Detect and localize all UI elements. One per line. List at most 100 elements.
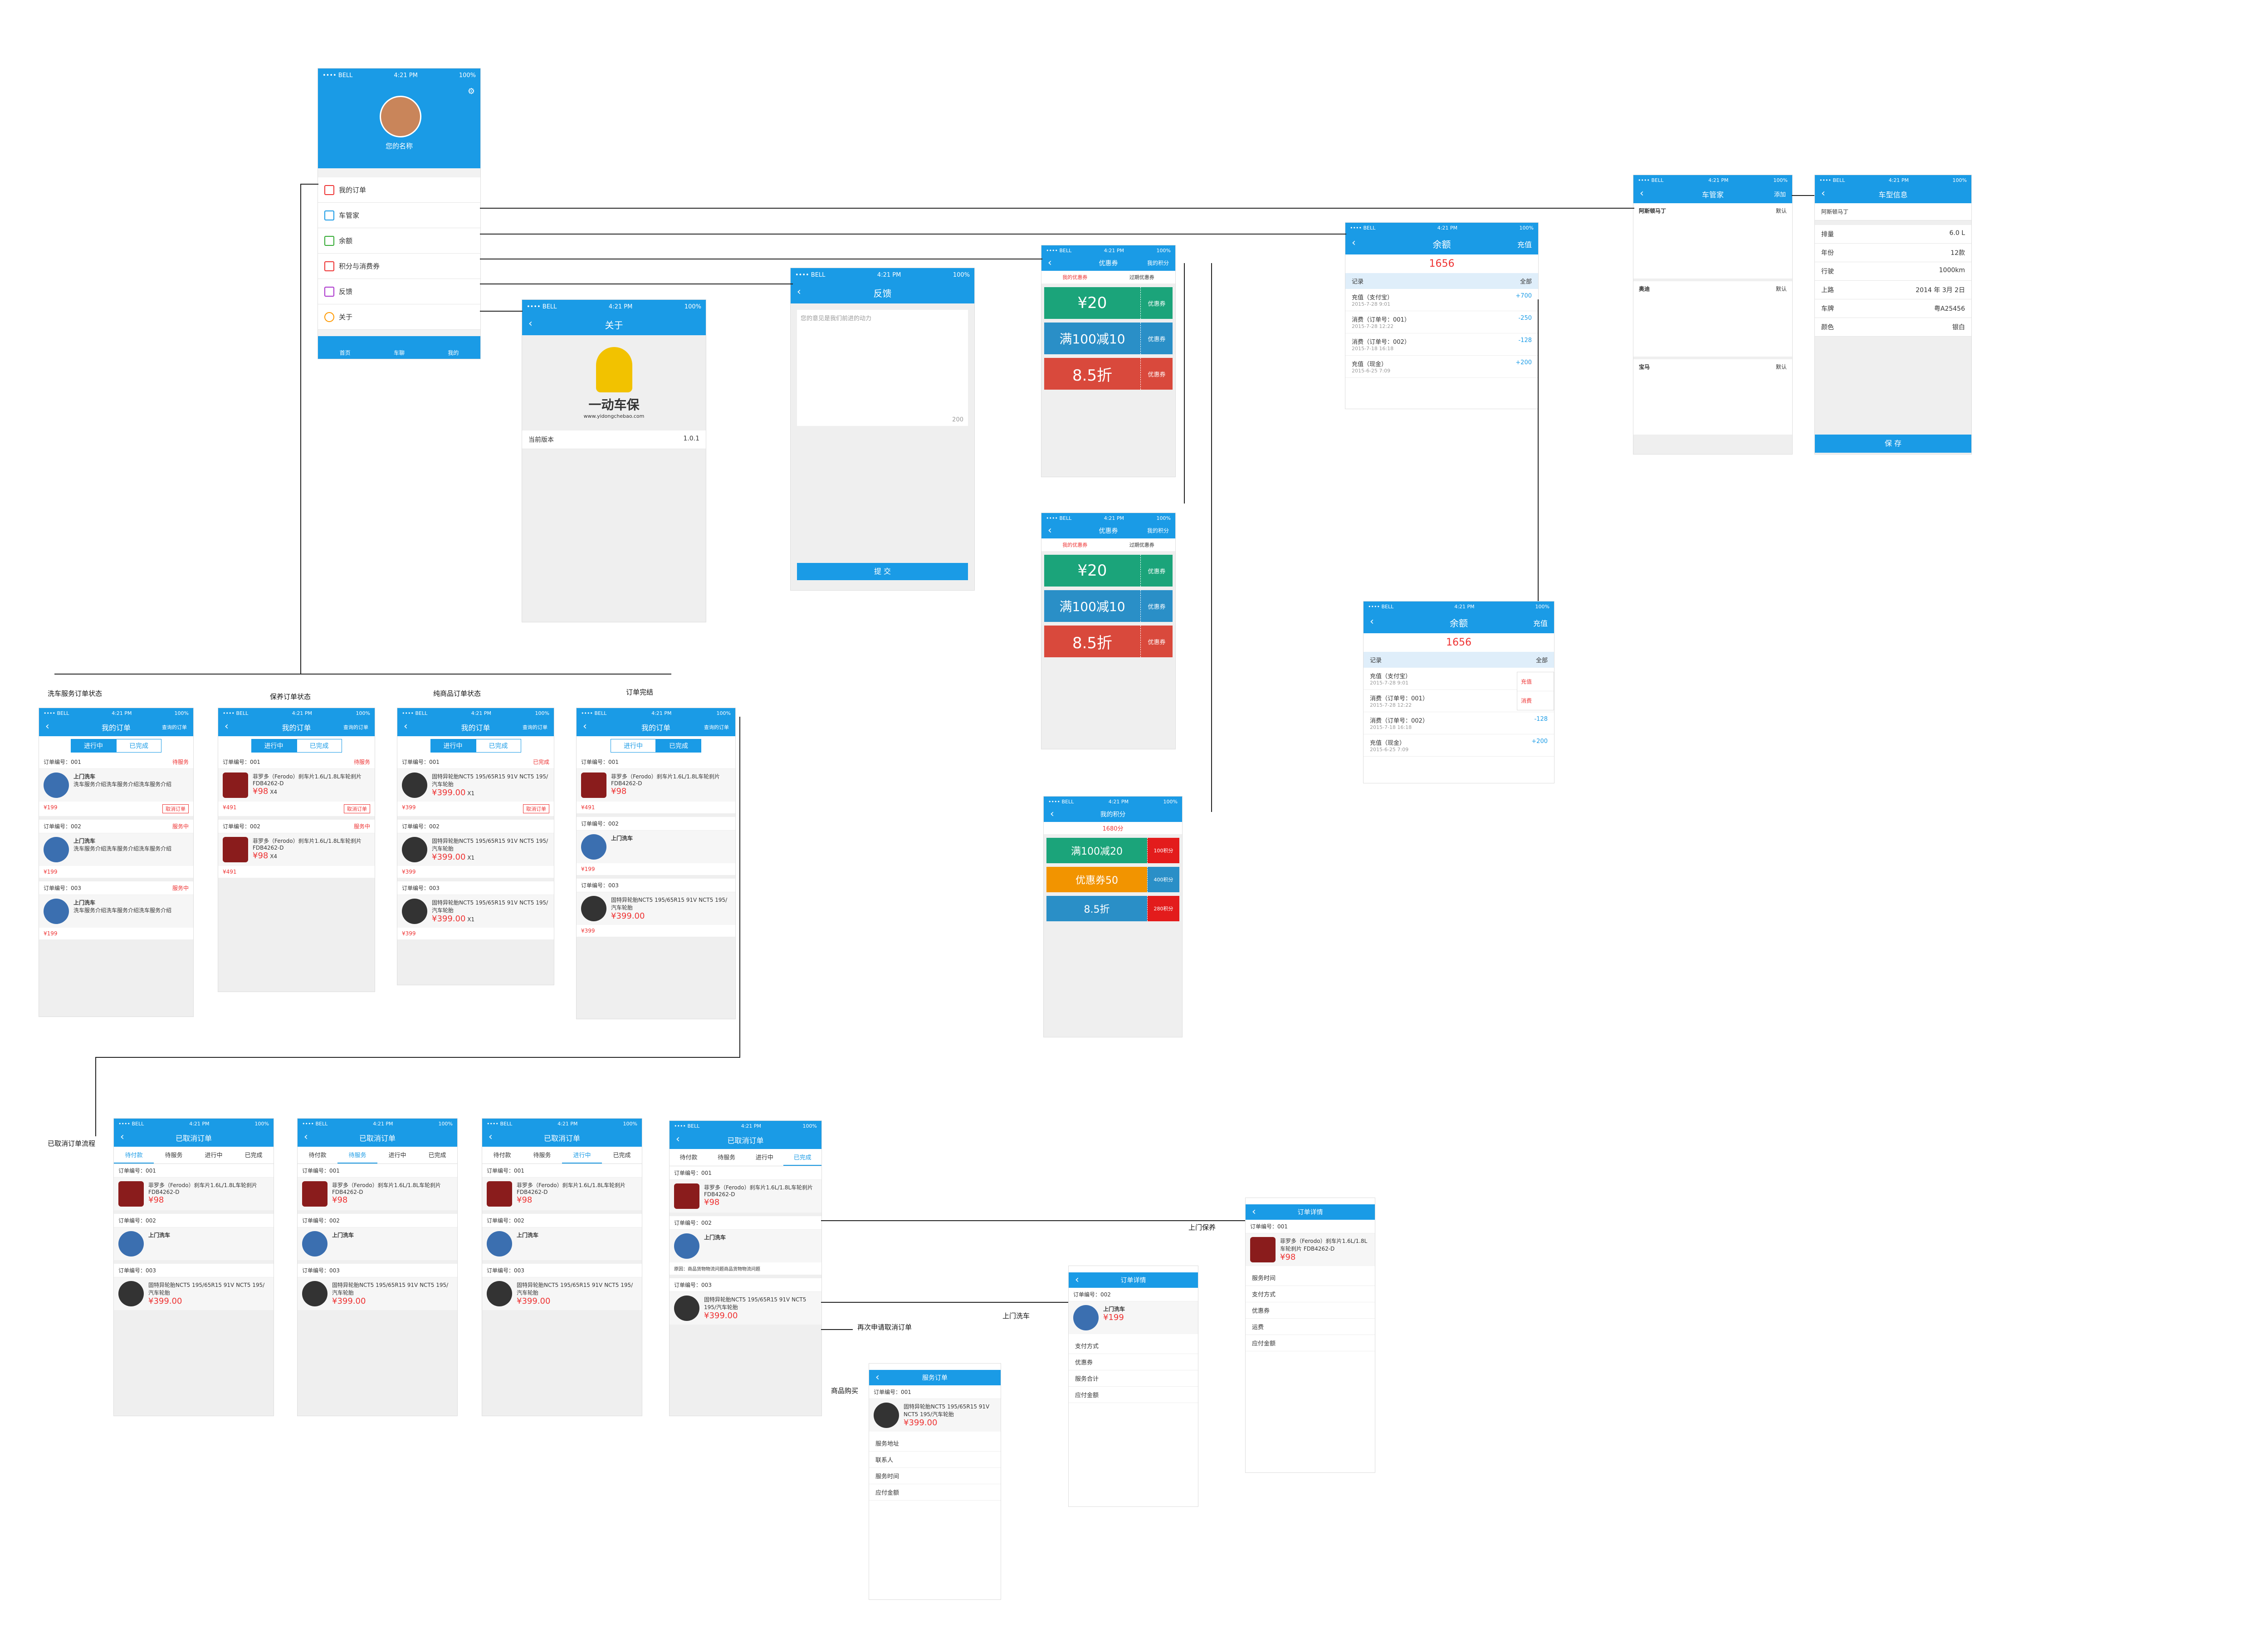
- user-name: 您的名称: [385, 142, 413, 150]
- coupon-item[interactable]: 8.5折 优惠券: [1044, 626, 1173, 657]
- tab-mine[interactable]: 我的: [426, 336, 480, 359]
- tab-chat[interactable]: 车聊: [372, 336, 426, 359]
- back-icon[interactable]: ‹: [1252, 1206, 1256, 1217]
- points-item[interactable]: 8.5折 280积分: [1046, 896, 1179, 921]
- menu-garage[interactable]: 车管家: [318, 203, 480, 228]
- order-card[interactable]: 订单编号：002 上门洗车 ¥199: [577, 817, 735, 875]
- coupon-item[interactable]: 满100减10 优惠券: [1044, 590, 1173, 622]
- order-card[interactable]: 订单编号：002 服务中 上门洗车 洗车服务介绍洗车服务介绍洗车服务介绍 ¥199: [39, 820, 193, 878]
- car-card[interactable]: 宝马 默认: [1633, 359, 1792, 435]
- car-card[interactable]: 奥迪 默认: [1633, 281, 1792, 357]
- back-icon[interactable]: ‹: [1370, 616, 1374, 627]
- coupon-screen: •••• BELL 4:21 PM 100% ‹ 优惠券 我的积分 我的优惠券 过期优惠券…: [1041, 245, 1176, 477]
- gear-icon[interactable]: ⚙: [468, 87, 475, 96]
- order-card[interactable]: 订单编号：002 固特异轮胎NCT5 195/65R15 91V NCT5 195…: [397, 820, 554, 878]
- order-card[interactable]: 订单编号：003 固特异轮胎NCT5 195/65R15 91V NCT5 195…: [670, 1278, 821, 1325]
- back-icon[interactable]: ‹: [1048, 257, 1052, 269]
- profile-header: 您的名称 ⚙: [318, 82, 480, 168]
- order-card[interactable]: 订单编号：001 菲罗多（Ferodo）刹车片1.6L/1.8L车轮刹片 FDB4…: [670, 1166, 821, 1213]
- feedback-textarea[interactable]: 您的意见是我们前进的动力 200: [797, 310, 968, 426]
- order-card[interactable]: 订单编号：001 菲罗多（Ferodo）刹车片1.6L/1.8L车轮刹片 FDB4…: [114, 1164, 274, 1210]
- order-card[interactable]: 订单编号：002 上门洗车: [482, 1214, 642, 1260]
- order-card[interactable]: 订单编号：002 上门洗车: [298, 1214, 457, 1260]
- filter-option[interactable]: 消费: [1517, 691, 1554, 710]
- order-card[interactable]: 订单编号：003 固特异轮胎NCT5 195/65R15 91V NCT5 195…: [114, 1264, 274, 1310]
- tab-home[interactable]: 首页: [318, 336, 372, 359]
- vehicle-screen: •••• BELL 4:21 PM 100% ‹ 车型信息 阿斯顿马丁 排量 6.0 L…: [1814, 175, 1972, 455]
- orders-wash-screen: •••• BELL 4:21 PM 100% ‹ 我的订单 查询的订单 进行中 已完成 订…: [39, 708, 194, 1017]
- car-card[interactable]: 阿斯顿马丁 默认: [1633, 203, 1792, 279]
- back-icon[interactable]: ‹: [528, 318, 533, 329]
- back-icon[interactable]: ‹: [120, 1131, 124, 1143]
- balance-row: 消费（订单号：002） 2015-7-18 16:18 -128: [1345, 333, 1538, 356]
- coupon-item[interactable]: 满100减10 优惠券: [1044, 323, 1173, 354]
- back-icon[interactable]: ‹: [1048, 525, 1052, 536]
- detail-wash-screen: ‹ 订单详情 订单编号：002 上门洗车 ¥199 支付方式 优惠券 服务合计 应付金…: [1068, 1266, 1198, 1507]
- menu-feedback[interactable]: 反馈: [318, 279, 480, 304]
- menu-points[interactable]: 积分与消费券: [318, 254, 480, 279]
- submit-button[interactable]: 提 交: [797, 563, 968, 580]
- back-icon[interactable]: ‹: [1050, 808, 1054, 820]
- avatar[interactable]: [380, 96, 421, 137]
- filter-menu: 充值 消费: [1517, 672, 1554, 710]
- edit-icon: [324, 286, 334, 297]
- filter-option[interactable]: 充值: [1517, 672, 1554, 691]
- detail-maint-screen: ‹ 订单详情 订单编号：001 菲罗多（Ferodo）刹车片1.6L/1.8L车轮刹…: [1245, 1198, 1375, 1473]
- back-icon[interactable]: ‹: [1640, 188, 1644, 199]
- save-button[interactable]: 保 存: [1815, 435, 1971, 453]
- order-card[interactable]: 订单编号：001 已完成 固特异轮胎NCT5 195/65R15 91V NCT5 …: [397, 755, 554, 816]
- add-car-button[interactable]: 添加: [1774, 190, 1786, 198]
- order-card[interactable]: 订单编号：003 固特异轮胎NCT5 195/65R15 91V NCT5 195…: [577, 879, 735, 937]
- points-item[interactable]: 优惠券50 400积分: [1046, 867, 1179, 892]
- back-icon[interactable]: ‹: [404, 721, 408, 732]
- order-card[interactable]: 订单编号：003 固特异轮胎NCT5 195/65R15 91V NCT5 195…: [397, 881, 554, 939]
- recharge-button[interactable]: 充值: [1517, 239, 1532, 249]
- order-card[interactable]: 订单编号：002 服务中 菲罗多（Ferodo）刹车片1.6L/1.8L车轮刹片 F…: [218, 820, 375, 878]
- orders-goods-screen: •••• BELL 4:21 PM 100% ‹ 我的订单 查询的订单 进行中 已完成 订…: [397, 708, 554, 985]
- status-bar: •••• BELL 4:21 PM 100%: [318, 68, 480, 82]
- back-icon[interactable]: ‹: [583, 721, 587, 732]
- car-icon: [324, 210, 334, 220]
- order-card[interactable]: 订单编号：001 待服务 菲罗多（Ferodo）刹车片1.6L/1.8L车轮刹片 F…: [218, 755, 375, 816]
- back-icon[interactable]: ‹: [797, 286, 801, 298]
- back-icon[interactable]: ‹: [489, 1131, 493, 1143]
- cancelled-screen-1: •••• BELL 4:21 PM 100% ‹ 已取消订单 待付款 待服务 进行中 已完成…: [113, 1118, 274, 1416]
- garage-screen: •••• BELL 4:21 PM 100% ‹ 车管家 添加 阿斯顿马丁 默认 奥迪 默认…: [1633, 175, 1793, 455]
- connector: [821, 1329, 853, 1330]
- coupon-item[interactable]: ¥20 优惠券: [1044, 287, 1173, 319]
- balance-row: 消费（订单号：001） 2015-7-28 12:22 -250: [1345, 311, 1538, 333]
- coupon-item[interactable]: 8.5折 优惠券: [1044, 358, 1173, 390]
- back-icon[interactable]: ‹: [676, 1134, 680, 1145]
- connector: [95, 1057, 740, 1058]
- menu-about[interactable]: 关于: [318, 304, 480, 330]
- order-card[interactable]: 订单编号：001 菲罗多（Ferodo）刹车片1.6L/1.8L车轮刹片 FDB4…: [577, 755, 735, 813]
- orders-icon: [324, 185, 334, 195]
- points-item[interactable]: 满100减20 100积分: [1046, 838, 1179, 863]
- menu-orders[interactable]: 我的订单: [318, 177, 480, 203]
- order-card[interactable]: 订单编号：003 服务中 上门洗车 洗车服务介绍洗车服务介绍洗车服务介绍 ¥199: [39, 881, 193, 939]
- back-icon[interactable]: ‹: [1821, 188, 1825, 199]
- filter-dropdown[interactable]: 全部: [1520, 277, 1532, 285]
- back-icon[interactable]: ‹: [225, 721, 229, 732]
- order-card[interactable]: 订单编号：003 固特异轮胎NCT5 195/65R15 91V NCT5 195…: [482, 1264, 642, 1310]
- balance-row: 充值（支付宝） 2015-7-28 9:01 +700: [1345, 289, 1538, 311]
- points-screen: •••• BELL 4:21 PM 100% ‹ 我的积分 1680分 满100减20…: [1043, 796, 1183, 1037]
- balance-screen: •••• BELL 4:21 PM 100% ‹ 余额 充值 1656 记录 全部 充值（…: [1345, 222, 1539, 409]
- back-icon[interactable]: ‹: [304, 1131, 308, 1143]
- order-card[interactable]: 订单编号：003 固特异轮胎NCT5 195/65R15 91V NCT5 195…: [298, 1264, 457, 1310]
- back-icon[interactable]: ‹: [1075, 1274, 1079, 1286]
- order-card[interactable]: 订单编号：001 菲罗多（Ferodo）刹车片1.6L/1.8L车轮刹片 FDB4…: [298, 1164, 457, 1210]
- orders-done-screen: •••• BELL 4:21 PM 100% ‹ 我的订单 查询的订单 进行中 已完成 订…: [576, 708, 736, 1019]
- back-icon[interactable]: ‹: [1352, 237, 1356, 249]
- order-card[interactable]: 订单编号：002 上门洗车: [114, 1214, 274, 1260]
- order-card[interactable]: 订单编号：001 待服务 上门洗车 洗车服务介绍洗车服务介绍洗车服务介绍 ¥199 取消订…: [39, 755, 193, 816]
- balance-row: 充值（现金） 2015-6-25 7:09 +200: [1345, 356, 1538, 378]
- orders-maint-screen: •••• BELL 4:21 PM 100% ‹ 我的订单 查询的订单 进行中 已完成 订…: [218, 708, 375, 992]
- coupon-item[interactable]: ¥20 优惠券: [1044, 555, 1173, 587]
- order-card[interactable]: 订单编号：002 上门洗车 原因：商品货物物流问题商品货物物流问题: [670, 1216, 821, 1275]
- back-icon[interactable]: ‹: [45, 721, 49, 732]
- back-icon[interactable]: ‹: [875, 1372, 880, 1383]
- connector: [821, 1220, 1245, 1221]
- menu-balance[interactable]: 余额: [318, 228, 480, 254]
- order-card[interactable]: 订单编号：001 菲罗多（Ferodo）刹车片1.6L/1.8L车轮刹片 FDB4…: [482, 1164, 642, 1210]
